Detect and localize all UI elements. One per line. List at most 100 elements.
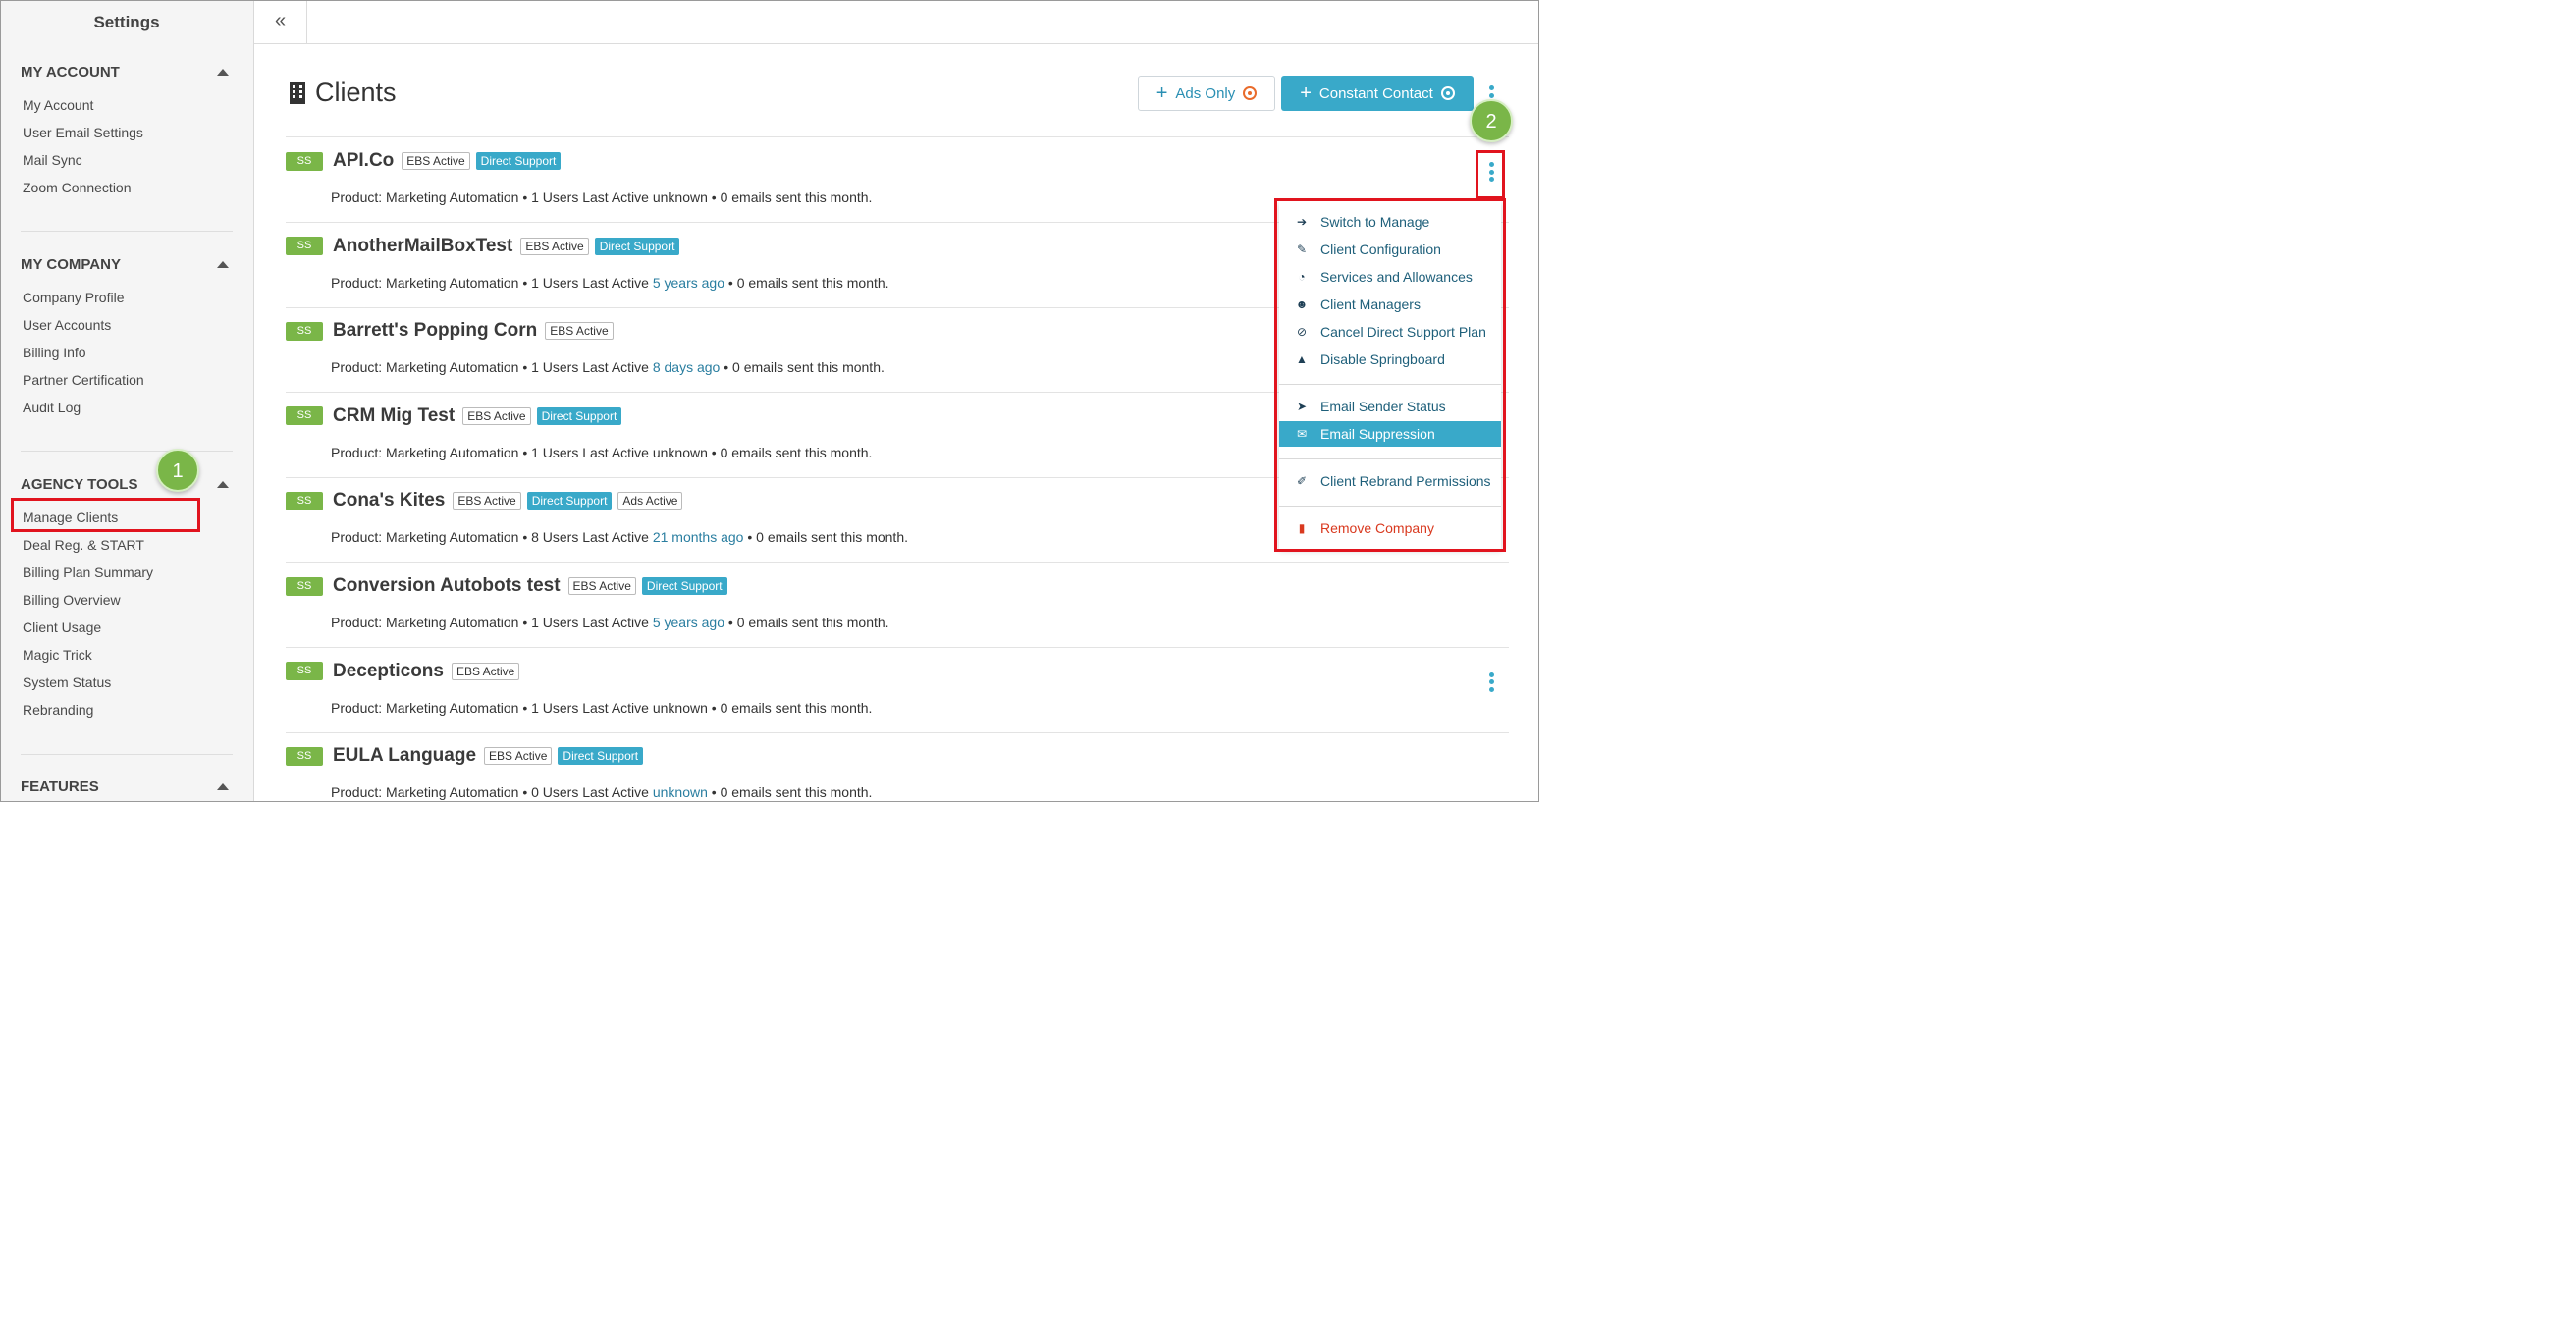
client-row-header: SS Cona's Kites EBS Active Direct Support Ad… xyxy=(286,490,683,511)
client-row-details: Product: Marketing Automation • 1 Users … xyxy=(331,445,872,460)
emails-info: • 0 emails sent this month. xyxy=(707,784,873,801)
client-row-header: SS Barrett's Popping Corn EBS Active xyxy=(286,320,614,342)
client-row-details: Product: Marketing Automation • 1 Users … xyxy=(331,275,889,291)
emails-info: • 0 emails sent this month. xyxy=(707,699,873,716)
section-header-my-company[interactable]: MY COMPANY xyxy=(21,252,233,276)
last-active[interactable]: unknown xyxy=(653,784,708,800)
section-my-company: MY COMPANY Company Profile User Accounts… xyxy=(21,252,233,421)
status-tag: EBS Active xyxy=(402,152,470,170)
client-name[interactable]: API.Co xyxy=(333,150,394,172)
client-row-details: Product: Marketing Automation • 1 Users … xyxy=(331,700,872,716)
caret-up-icon[interactable] xyxy=(217,68,229,76)
client-row-details: Product: Marketing Automation • 8 Users … xyxy=(331,529,908,545)
row-kebab-menu-icon[interactable] xyxy=(1487,672,1495,692)
ss-badge: SS xyxy=(286,321,323,341)
settings-sidebar: Settings MY ACCOUNT My Account User Emai… xyxy=(1,1,254,801)
status-tag: EBS Active xyxy=(451,662,520,680)
caret-up-icon[interactable] xyxy=(217,260,229,268)
nav-audit-log[interactable]: Audit Log xyxy=(21,394,233,421)
nav-magic-trick[interactable]: Magic Trick xyxy=(21,641,233,669)
last-active[interactable]: 5 years ago xyxy=(653,615,724,630)
status-tag: EBS Active xyxy=(520,237,589,255)
client-row-header: SS AnotherMailBoxTest EBS Active Direct Sup… xyxy=(286,236,680,257)
section-my-account: MY ACCOUNT My Account User Email Setting… xyxy=(21,60,233,201)
nav-zoom-connection[interactable]: Zoom Connection xyxy=(21,174,233,201)
product-info: Product: Marketing Automation • 1 Users … xyxy=(331,189,653,205)
product-info: Product: Marketing Automation • 8 Users … xyxy=(331,529,653,546)
client-name[interactable]: CRM Mig Test xyxy=(333,405,455,427)
section-header-agency-tools[interactable]: AGENCY TOOLS xyxy=(21,472,233,496)
nav-rebranding[interactable]: Rebranding xyxy=(21,696,233,724)
nav-user-accounts[interactable]: User Accounts xyxy=(21,311,233,339)
section-divider xyxy=(21,231,233,232)
section-features: FEATURES xyxy=(21,775,233,798)
highlight-manage-clients xyxy=(11,498,200,532)
emails-info: • 0 emails sent this month. xyxy=(724,274,889,291)
client-row: SS Conversion Autobots test EBS Active Dire… xyxy=(286,564,1509,648)
last-active[interactable]: 8 days ago xyxy=(653,359,721,375)
status-tag: Direct Support xyxy=(641,577,727,595)
nav-user-email-settings[interactable]: User Email Settings xyxy=(21,119,233,146)
ss-badge: SS xyxy=(286,491,323,510)
caret-up-icon[interactable] xyxy=(217,782,229,790)
nav-billing-overview[interactable]: Billing Overview xyxy=(21,586,233,614)
product-info: Product: Marketing Automation • 1 Users … xyxy=(331,444,653,460)
product-info: Product: Marketing Automation • 1 Users … xyxy=(331,615,653,630)
status-tag: Direct Support xyxy=(526,492,613,510)
emails-info: • 0 emails sent this month. xyxy=(743,529,908,546)
nav-deal-reg-start[interactable]: Deal Reg. & START xyxy=(21,531,233,559)
client-row-header: SS Decepticons EBS Active xyxy=(286,661,520,682)
client-row-header: SS CRM Mig Test EBS Active Direct Support xyxy=(286,405,622,427)
section-header-my-account[interactable]: MY ACCOUNT xyxy=(21,60,233,83)
nav-my-account[interactable]: My Account xyxy=(21,91,233,119)
client-name[interactable]: Cona's Kites xyxy=(333,490,445,511)
section-divider xyxy=(21,754,233,755)
product-info: Product: Marketing Automation • 1 Users … xyxy=(331,359,653,376)
last-active[interactable]: 5 years ago xyxy=(653,275,724,291)
client-row: SS EULA Language EBS Active Direct Support P… xyxy=(286,733,1509,801)
status-tag: EBS Active xyxy=(545,322,614,341)
status-tag: Direct Support xyxy=(594,237,680,255)
page-title: Clients xyxy=(290,78,397,108)
section-header-features[interactable]: FEATURES xyxy=(21,775,233,798)
product-info: Product: Marketing Automation • 1 Users … xyxy=(331,699,653,716)
ss-badge: SS xyxy=(286,237,323,256)
client-row-details: Product: Marketing Automation • 1 Users … xyxy=(331,615,889,630)
client-row: SS Decepticons EBS Active Product: Marketin… xyxy=(286,649,1509,733)
collapse-sidebar-button[interactable]: « xyxy=(254,1,307,44)
client-name[interactable]: Conversion Autobots test xyxy=(333,575,561,597)
client-row-header: SS API.Co EBS Active Direct Support xyxy=(286,150,562,172)
caret-up-icon[interactable] xyxy=(217,480,229,488)
sidebar-title: Settings xyxy=(93,13,160,31)
nav-mail-sync[interactable]: Mail Sync xyxy=(21,146,233,174)
emails-info: • 0 emails sent this month. xyxy=(707,189,873,205)
product-info: Product: Marketing Automation • 0 Users … xyxy=(331,784,653,801)
nav-partner-certification[interactable]: Partner Certification xyxy=(21,366,233,394)
nav-billing-plan-summary[interactable]: Billing Plan Summary xyxy=(21,559,233,586)
building-icon xyxy=(290,81,305,104)
status-tag: Direct Support xyxy=(558,747,644,766)
product-info: Product: Marketing Automation • 1 Users … xyxy=(331,274,653,291)
nav-company-profile[interactable]: Company Profile xyxy=(21,284,233,311)
client-row-header: SS Conversion Autobots test EBS Active Dire… xyxy=(286,575,727,597)
last-active: unknown xyxy=(652,444,708,460)
client-name[interactable]: EULA Language xyxy=(333,745,476,767)
client-name[interactable]: Barrett's Popping Corn xyxy=(333,320,537,342)
client-name[interactable]: Decepticons xyxy=(333,661,444,682)
constant-contact-button[interactable]: + Constant Contact xyxy=(1281,76,1474,111)
nav-system-status[interactable]: System Status xyxy=(21,669,233,696)
client-row-details: Product: Marketing Automation • 0 Users … xyxy=(331,784,872,800)
ss-badge: SS xyxy=(286,151,323,171)
header-divider xyxy=(286,136,1509,137)
client-name[interactable]: AnotherMailBoxTest xyxy=(333,236,512,257)
app-frame: Settings MY ACCOUNT My Account User Emai… xyxy=(0,0,1539,802)
emails-info: • 0 emails sent this month. xyxy=(724,615,889,630)
status-tag: EBS Active xyxy=(462,406,531,425)
status-tag: EBS Active xyxy=(567,577,636,595)
nav-client-usage[interactable]: Client Usage xyxy=(21,614,233,641)
ads-only-button[interactable]: + Ads Only xyxy=(1138,76,1275,111)
last-active[interactable]: 21 months ago xyxy=(653,529,744,545)
plus-icon: + xyxy=(1155,82,1168,104)
ss-badge: SS xyxy=(286,662,323,681)
nav-billing-info[interactable]: Billing Info xyxy=(21,339,233,366)
